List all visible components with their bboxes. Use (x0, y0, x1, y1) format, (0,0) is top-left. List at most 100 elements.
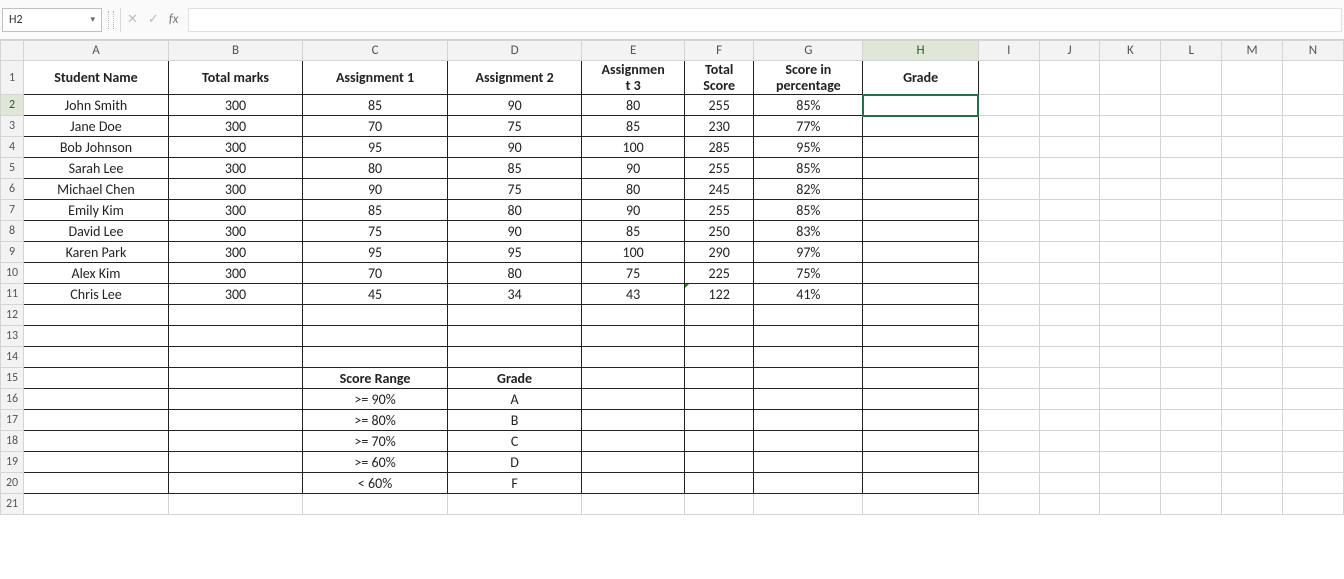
cell[interactable]: 95 (303, 242, 448, 263)
cell[interactable] (303, 494, 448, 515)
cell[interactable] (863, 179, 978, 200)
cell[interactable]: 75% (754, 263, 863, 284)
cell[interactable] (863, 473, 978, 494)
cell[interactable] (1039, 431, 1100, 452)
cell[interactable] (168, 452, 302, 473)
cell[interactable]: David Lee (24, 221, 169, 242)
cell[interactable] (863, 347, 978, 368)
cell[interactable] (863, 368, 978, 389)
cell[interactable] (24, 410, 169, 431)
cell[interactable]: 85% (754, 95, 863, 116)
cell[interactable] (1161, 284, 1222, 305)
cell[interactable] (1222, 473, 1283, 494)
cell[interactable] (1100, 61, 1161, 95)
cell[interactable]: 90 (447, 137, 581, 158)
cell[interactable] (303, 326, 448, 347)
cell[interactable]: 75 (582, 263, 685, 284)
cell[interactable]: 225 (685, 263, 754, 284)
cell[interactable] (1100, 473, 1161, 494)
cell[interactable]: Assignment 1 (303, 61, 448, 95)
col-header-A[interactable]: A (24, 41, 169, 61)
cell[interactable] (1222, 410, 1283, 431)
cell[interactable] (1283, 368, 1344, 389)
row-header-2[interactable]: 2 (1, 95, 24, 116)
fx-icon[interactable]: fx (169, 12, 179, 27)
row-header-13[interactable]: 13 (1, 326, 24, 347)
cell[interactable] (1283, 95, 1344, 116)
cell[interactable] (978, 116, 1039, 137)
cell[interactable]: D (447, 452, 581, 473)
cell[interactable]: 290 (685, 242, 754, 263)
cell[interactable] (685, 494, 754, 515)
cell[interactable] (1039, 368, 1100, 389)
row-header-12[interactable]: 12 (1, 305, 24, 326)
cell[interactable] (24, 494, 169, 515)
cell[interactable] (168, 431, 302, 452)
cell[interactable]: 300 (168, 158, 302, 179)
cell[interactable] (582, 473, 685, 494)
cell[interactable] (863, 389, 978, 410)
col-header-M[interactable]: M (1222, 41, 1283, 61)
cell[interactable] (1283, 305, 1344, 326)
cell[interactable] (1100, 305, 1161, 326)
cell[interactable]: 95% (754, 137, 863, 158)
cell[interactable]: Alex Kim (24, 263, 169, 284)
cell[interactable] (447, 347, 581, 368)
cell[interactable] (582, 410, 685, 431)
cell[interactable] (168, 473, 302, 494)
row-header-17[interactable]: 17 (1, 410, 24, 431)
cell[interactable]: 90 (582, 158, 685, 179)
row-header-14[interactable]: 14 (1, 347, 24, 368)
cell[interactable] (685, 389, 754, 410)
cell[interactable]: 80 (447, 200, 581, 221)
cell[interactable] (863, 326, 978, 347)
row-header-9[interactable]: 9 (1, 242, 24, 263)
cell[interactable] (1222, 242, 1283, 263)
row-header-5[interactable]: 5 (1, 158, 24, 179)
cell[interactable] (978, 179, 1039, 200)
cell[interactable] (1039, 61, 1100, 95)
row-header-11[interactable]: 11 (1, 284, 24, 305)
cell[interactable]: 300 (168, 200, 302, 221)
cell[interactable]: B (447, 410, 581, 431)
cell[interactable]: Assignment 2 (447, 61, 581, 95)
cell[interactable]: Sarah Lee (24, 158, 169, 179)
cell[interactable] (168, 305, 302, 326)
cell[interactable] (1039, 347, 1100, 368)
cell[interactable] (1222, 179, 1283, 200)
cell[interactable] (582, 368, 685, 389)
cell[interactable]: Total marks (168, 61, 302, 95)
cell[interactable] (1222, 389, 1283, 410)
cell[interactable]: >= 90% (303, 389, 448, 410)
cell[interactable] (1100, 263, 1161, 284)
cell[interactable] (1100, 242, 1161, 263)
cell[interactable] (1100, 368, 1161, 389)
cell[interactable] (1100, 95, 1161, 116)
cell[interactable]: 75 (303, 221, 448, 242)
col-header-C[interactable]: C (303, 41, 448, 61)
cell[interactable] (1039, 221, 1100, 242)
header-assignment-3[interactable]: Assignment 3 (582, 61, 685, 95)
row-header-19[interactable]: 19 (1, 452, 24, 473)
cell[interactable] (1161, 347, 1222, 368)
cell[interactable] (754, 473, 863, 494)
cell[interactable] (1222, 61, 1283, 95)
cell[interactable] (1161, 326, 1222, 347)
cell[interactable] (754, 326, 863, 347)
cell[interactable]: 90 (303, 179, 448, 200)
cell[interactable] (1100, 326, 1161, 347)
cell[interactable]: Grade (863, 61, 978, 95)
select-all-corner[interactable] (1, 41, 24, 61)
name-box[interactable]: H2 ▾ (2, 8, 102, 32)
cell[interactable] (1161, 61, 1222, 95)
cell[interactable]: 245 (685, 179, 754, 200)
cell[interactable]: Karen Park (24, 242, 169, 263)
cell[interactable]: 300 (168, 116, 302, 137)
cell[interactable] (1283, 137, 1344, 158)
cell[interactable] (978, 347, 1039, 368)
cell[interactable] (582, 431, 685, 452)
cell[interactable]: 85 (582, 116, 685, 137)
cell[interactable] (1283, 473, 1344, 494)
cell[interactable] (1283, 242, 1344, 263)
cell[interactable] (582, 326, 685, 347)
